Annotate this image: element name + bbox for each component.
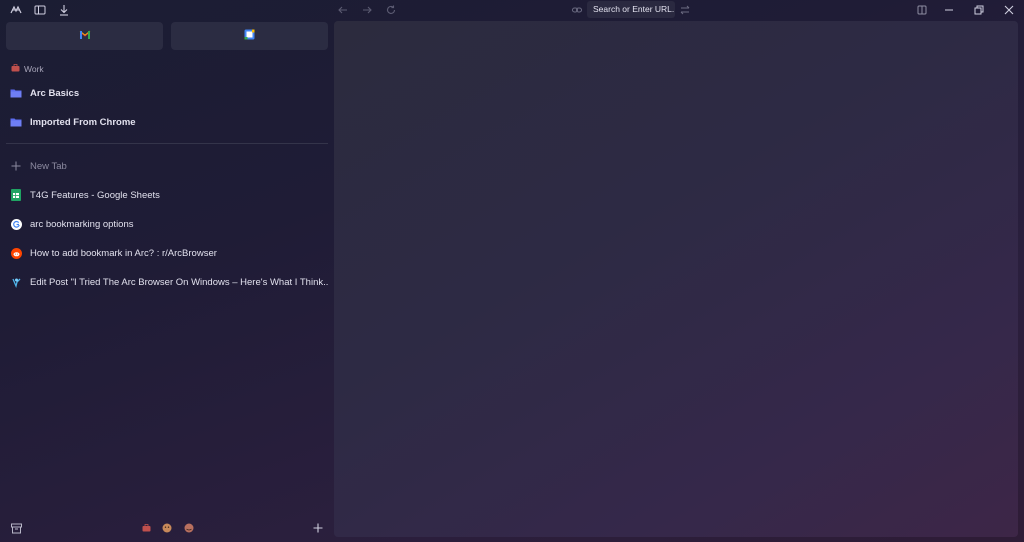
tab-item[interactable]: How to add bookmark in Arc? : r/ArcBrows…: [6, 240, 328, 266]
sidebar-divider: [6, 143, 328, 144]
plus-icon: [10, 160, 22, 172]
folder-label: Imported From Chrome: [30, 116, 136, 128]
pinned-folder-imported-from-chrome[interactable]: Imported From Chrome: [6, 109, 328, 135]
folder-icon: [10, 116, 22, 128]
space-name: Work: [24, 64, 44, 74]
space-switcher-work-icon[interactable]: [140, 522, 152, 534]
reddit-icon: [10, 247, 22, 259]
sidebar-bottom-bar: [0, 518, 334, 538]
arc-logo-icon[interactable]: [8, 2, 24, 18]
url-search-input[interactable]: Search or Enter URL...: [587, 1, 675, 18]
tab-item[interactable]: Edit Post "I Tried The Arc Browser On Wi…: [6, 269, 328, 295]
sidebar: Work Arc Basics Imported From Chrome New…: [0, 20, 334, 542]
back-icon[interactable]: [335, 2, 351, 18]
tab-title: How to add bookmark in Arc? : r/ArcBrows…: [30, 247, 217, 259]
new-space-plus-icon[interactable]: [312, 522, 324, 534]
favorite-google-calendar[interactable]: [171, 22, 328, 50]
briefcase-icon: [11, 64, 20, 74]
new-tab-label: New Tab: [30, 160, 67, 172]
tab-title: arc bookmarking options: [30, 218, 134, 230]
split-view-icon[interactable]: [914, 2, 930, 18]
google-icon: [10, 218, 22, 230]
space-label[interactable]: Work: [11, 64, 44, 74]
close-icon[interactable]: [1001, 2, 1017, 18]
archive-icon[interactable]: [10, 522, 22, 534]
tab-title: Edit Post "I Tried The Arc Browser On Wi…: [30, 276, 328, 288]
top-toolbar: Search or Enter URL...: [0, 0, 1024, 20]
pinned-folder-arc-basics[interactable]: Arc Basics: [6, 80, 328, 106]
site-controls-icon[interactable]: [677, 2, 693, 18]
gmail-icon: [79, 27, 91, 45]
download-icon[interactable]: [56, 2, 72, 18]
sidebar-toggle-icon[interactable]: [32, 2, 48, 18]
google-sheets-icon: [10, 189, 22, 201]
favorite-gmail[interactable]: [6, 22, 163, 50]
google-calendar-icon: [244, 27, 255, 45]
link-icon[interactable]: [569, 2, 585, 18]
wordpress-icon: [10, 276, 22, 288]
tab-item[interactable]: arc bookmarking options: [6, 211, 328, 237]
forward-icon[interactable]: [359, 2, 375, 18]
space-switcher-emoji-icon[interactable]: [183, 522, 195, 534]
minimize-icon[interactable]: [941, 2, 957, 18]
arc-browser-window: Search or Enter URL... Work Arc Basics I…: [0, 0, 1024, 542]
tab-item[interactable]: T4G Features - Google Sheets: [6, 182, 328, 208]
folder-label: Arc Basics: [30, 87, 80, 99]
folder-icon: [10, 87, 22, 99]
restore-icon[interactable]: [971, 2, 987, 18]
tab-title: T4G Features - Google Sheets: [30, 189, 160, 201]
new-tab-button[interactable]: New Tab: [6, 153, 328, 179]
reload-icon[interactable]: [383, 2, 399, 18]
web-content-area[interactable]: [334, 21, 1018, 537]
space-switcher-emoji-icon[interactable]: [161, 522, 173, 534]
